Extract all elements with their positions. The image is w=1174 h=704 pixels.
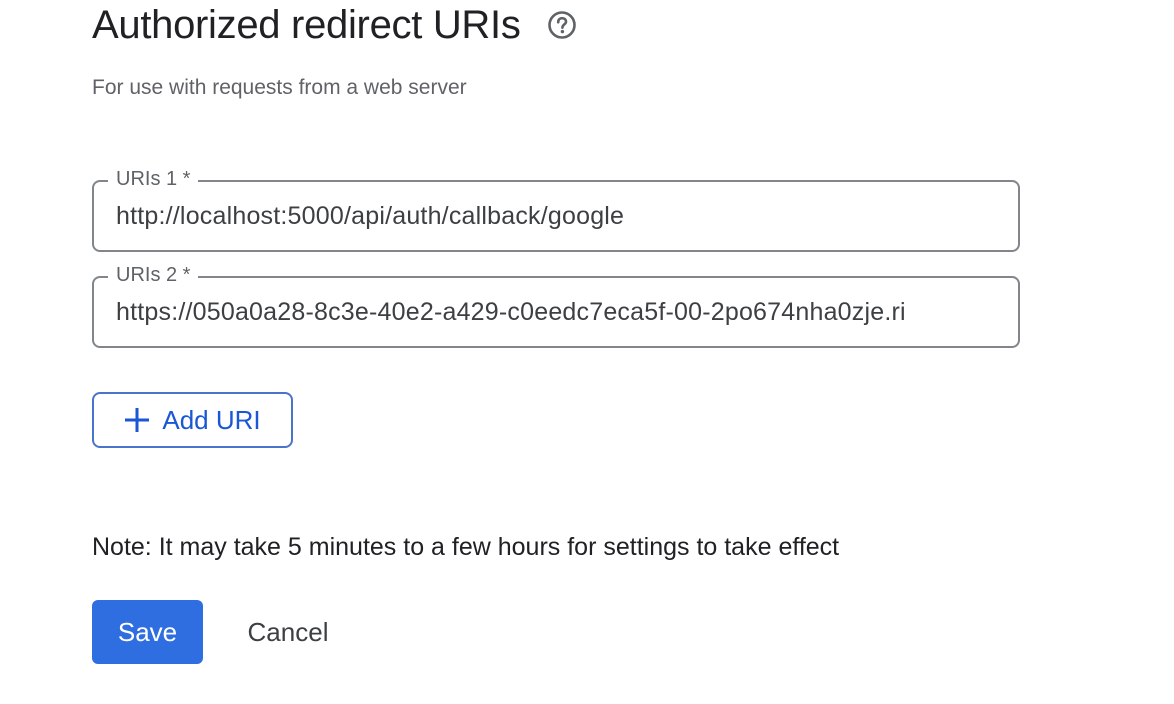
settings-note: Note: It may take 5 minutes to a few hou…	[92, 533, 840, 561]
uri-field-1-label: URIs 1 *	[108, 166, 199, 192]
add-uri-button[interactable]: Add URI	[92, 392, 293, 448]
redirect-uris-section: Authorized redirect URIs For use with re…	[0, 0, 1174, 704]
uri-field-2[interactable]: URIs 2 *	[92, 262, 1020, 348]
uri-input-1[interactable]	[116, 199, 996, 233]
section-subtitle: For use with requests from a web server	[92, 76, 467, 99]
add-uri-label: Add URI	[162, 404, 261, 435]
save-button[interactable]: Save	[92, 600, 203, 664]
uri-field-1[interactable]: URIs 1 *	[92, 166, 1020, 252]
page-title: Authorized redirect URIs	[92, 3, 521, 47]
uri-input-2[interactable]	[116, 295, 996, 329]
title-row: Authorized redirect URIs	[92, 0, 577, 50]
help-circle-icon[interactable]	[547, 10, 577, 40]
cancel-button[interactable]: Cancel	[226, 600, 350, 664]
uri-field-2-label: URIs 2 *	[108, 262, 199, 288]
plus-icon	[124, 407, 150, 433]
